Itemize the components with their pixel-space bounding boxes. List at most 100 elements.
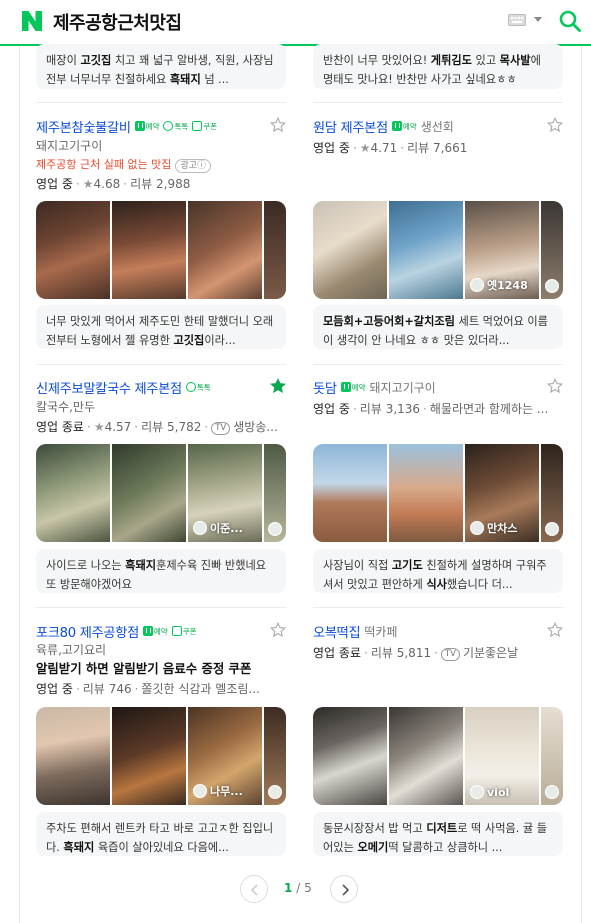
photo-strip[interactable]: 나무... — [36, 707, 286, 805]
place-highlight: 쫄깃한 식감과 멜조림... — [141, 682, 260, 696]
photo-hotpot[interactable]: 나무... — [188, 707, 262, 805]
place-meta: 영업 종료 · ★4.57 · 리뷰 5,782 · TV 생방송... — [36, 420, 278, 435]
review-snippet[interactable]: 사장님이 직접 고기도 친절하게 설명하며 구워주셔서 맛있고 편안하게 식사했… — [313, 549, 563, 593]
search-query[interactable]: 제주공항근처맛집 — [53, 9, 182, 35]
talktalk-badge: 톡톡 — [163, 121, 188, 132]
photo-sashimi-platter[interactable] — [313, 201, 387, 299]
naver-booking-icon — [134, 121, 145, 131]
photo-bbq-table[interactable] — [36, 201, 110, 299]
photo-strip[interactable]: 만차스 — [313, 444, 563, 542]
keyboard-icon[interactable] — [508, 14, 526, 26]
review-snippet[interactable]: 반찬이 너무 맛있어요! 게튀김도 있고 목사발에 명태도 맛나요! 반찬만 사… — [313, 44, 563, 89]
chevron-down-icon[interactable] — [534, 17, 542, 22]
photo-rice-cake-blocks[interactable]: viol — [465, 707, 539, 805]
review-snippet[interactable]: 매장이 고깃집 치고 꽤 넓구 알바생, 직원, 사장님 전부 너무너무 친절하… — [36, 44, 286, 89]
chat-icon — [163, 121, 174, 131]
prev-page-button[interactable] — [240, 875, 268, 903]
open-status: 영업 중 — [36, 682, 73, 696]
photo-grill-fire[interactable] — [112, 707, 186, 805]
save-star-icon[interactable] — [547, 622, 563, 638]
place-meta: 영업 종료 · 리뷰 5,811 · TV 기분좋은날 — [313, 646, 519, 661]
photo-palm-courtyard[interactable] — [389, 444, 463, 542]
divider — [313, 364, 563, 365]
place-card[interactable]: 오복떡집 떡카페 영업 종료 · 리뷰 5,811 · TV 기분좋은날 — [313, 621, 563, 663]
review-text: 모듬회+고등어회+갈치조림 세트 먹었어요 이름이 생각이 안 나네요 ㅎㅎ 맛… — [323, 315, 548, 347]
review-snippet[interactable]: 동문시장장서 밥 먹고 디저트로 떡 사먹음. 귤 들어있는 오메기떡 달콤하고… — [313, 812, 563, 856]
photo-sashimi-chopsticks[interactable]: 옛1248 — [465, 201, 539, 299]
ad-badge[interactable]: 광고ⓘ — [175, 159, 211, 173]
save-star-icon[interactable] — [270, 622, 286, 638]
tv-icon: TV — [211, 422, 231, 435]
star-rating-icon: ★ — [93, 420, 105, 434]
review-snippet[interactable]: 사이드로 나오는 흑돼지훈제수육 진빠 반했네요 또 방문해야겠어요 — [36, 549, 286, 593]
review-text: 사장님이 직접 고기도 친절하게 설명하며 구워주셔서 맛있고 편안하게 식사했… — [323, 559, 547, 591]
divider — [313, 607, 563, 608]
user-avatar — [268, 785, 282, 799]
photo-table-spread[interactable]: 이준... — [188, 444, 262, 542]
photo-rice-cakes-tray[interactable] — [389, 707, 463, 805]
open-status: 영업 중 — [313, 141, 350, 155]
rating-value: 4.57 — [104, 420, 132, 434]
place-name[interactable]: 오복떡집 — [313, 622, 361, 641]
place-card[interactable]: 신제주보말칼국수 제주본점 톡톡 칼국수,만두 영업 종료 · ★4.57 · 리뷰 5… — [36, 377, 286, 437]
place-name[interactable]: 신제주보말칼국수 제주본점 — [36, 378, 182, 397]
user-avatar — [193, 784, 207, 798]
coupon-badge: 쿠폰 — [171, 626, 197, 637]
place-name[interactable]: 제주본참숯불갈비 — [36, 117, 131, 136]
search-icon[interactable] — [558, 9, 582, 33]
photo-building-exterior[interactable] — [313, 444, 387, 542]
review-snippet[interactable]: 너무 맛있게 먹어서 제주도민 한테 말했더니 오래전부터 노형에서 젤 유명한… — [36, 305, 286, 349]
photo-bbq-grill[interactable] — [112, 201, 186, 299]
review-snippet[interactable]: 모듬회+고등어회+갈치조림 세트 먹었어요 이름이 생각이 안 나네요 ㅎㅎ 맛… — [313, 305, 563, 349]
review-count-label: 리뷰 — [141, 420, 164, 434]
pagination: 1 / 5 — [240, 875, 360, 903]
next-page-button[interactable] — [330, 875, 358, 903]
naver-booking-icon — [340, 382, 351, 392]
naver-logo-icon[interactable] — [21, 10, 43, 32]
place-category: 육류,고기요리 — [36, 643, 107, 657]
ad-copy[interactable]: 제주공항 근처 실패 없는 맛집 광고ⓘ — [36, 156, 286, 174]
save-star-icon[interactable] — [270, 117, 286, 133]
place-card[interactable]: 돗담 예약 돼지고기구이 영업 중 · 리뷰 3,136 · 해물라면과 함께하는 ..… — [313, 377, 563, 419]
photo-extra[interactable] — [264, 707, 286, 805]
search-header: 제주공항근처맛집 — [0, 0, 591, 46]
save-star-icon[interactable] — [547, 117, 563, 133]
review-text: 반찬이 너무 맛있어요! 게튀김도 있고 목사발에 명태도 맛나요! 반찬만 사… — [323, 54, 541, 86]
photo-strip[interactable]: 이준... — [36, 444, 286, 542]
save-star-icon[interactable] — [547, 378, 563, 394]
rating-value: 4.71 — [370, 141, 398, 155]
review-snippet[interactable]: 주차도 편해서 렌트카 타고 바로 고고ㅈ한 집입니다. 흑돼지 육즙이 살아있… — [36, 812, 286, 856]
saved-star-icon[interactable] — [270, 378, 286, 394]
place-meta: 영업 중 · 리뷰 3,136 · 해물라면과 함께하는 ... — [313, 402, 549, 416]
divider — [313, 102, 563, 103]
total-pages: 5 — [304, 881, 312, 895]
place-meta: 영업 중 · ★4.68 · 리뷰 2,988 — [36, 177, 191, 191]
place-card[interactable]: 포크80 제주공항점 예약 쿠폰 육류,고기요리 알림받기 하면 알림받기 음료… — [36, 621, 286, 699]
photo-extra[interactable] — [541, 707, 563, 805]
place-card[interactable]: 원담 제주본점 예약 생선회 영업 중 · ★4.71 · 리뷰 7,661 — [313, 116, 563, 158]
photo-bbq-spread[interactable] — [188, 201, 262, 299]
photo-seaweed-noodles[interactable] — [112, 444, 186, 542]
photo-strip[interactable]: 옛1248 — [313, 201, 563, 299]
coupon-promo[interactable]: 알림받기 하면 알림받기 음료수 증정 쿠폰 — [36, 659, 286, 679]
photo-bbq-dish[interactable] — [264, 201, 286, 299]
user-avatar — [545, 279, 559, 293]
place-name[interactable]: 포크80 제주공항점 — [36, 622, 139, 641]
photo-author: viol — [487, 785, 510, 799]
photo-extra[interactable] — [264, 444, 286, 542]
photo-rice-cakes-bags[interactable] — [313, 707, 387, 805]
photo-extra[interactable] — [541, 201, 563, 299]
review-count: 5,811 — [396, 646, 432, 660]
photo-chef-portrait[interactable] — [36, 707, 110, 805]
rating-value: 4.68 — [93, 177, 121, 191]
photo-fish-market[interactable] — [389, 201, 463, 299]
page-indicator: 1 / 5 — [284, 881, 312, 895]
photo-noodle-bowl[interactable] — [36, 444, 110, 542]
place-card[interactable]: 제주본참숯불갈비 예약 톡톡 쿠폰 돼지고기구이 제주공항 근처 실패 없는 맛… — [36, 116, 286, 194]
photo-strip[interactable]: viol — [313, 707, 563, 805]
place-name[interactable]: 원담 제주본점 — [313, 117, 388, 136]
photo-grilled-pork[interactable]: 만차스 — [465, 444, 539, 542]
photo-extra[interactable] — [541, 444, 563, 542]
place-name[interactable]: 돗담 — [313, 378, 337, 397]
photo-strip[interactable] — [36, 201, 286, 299]
